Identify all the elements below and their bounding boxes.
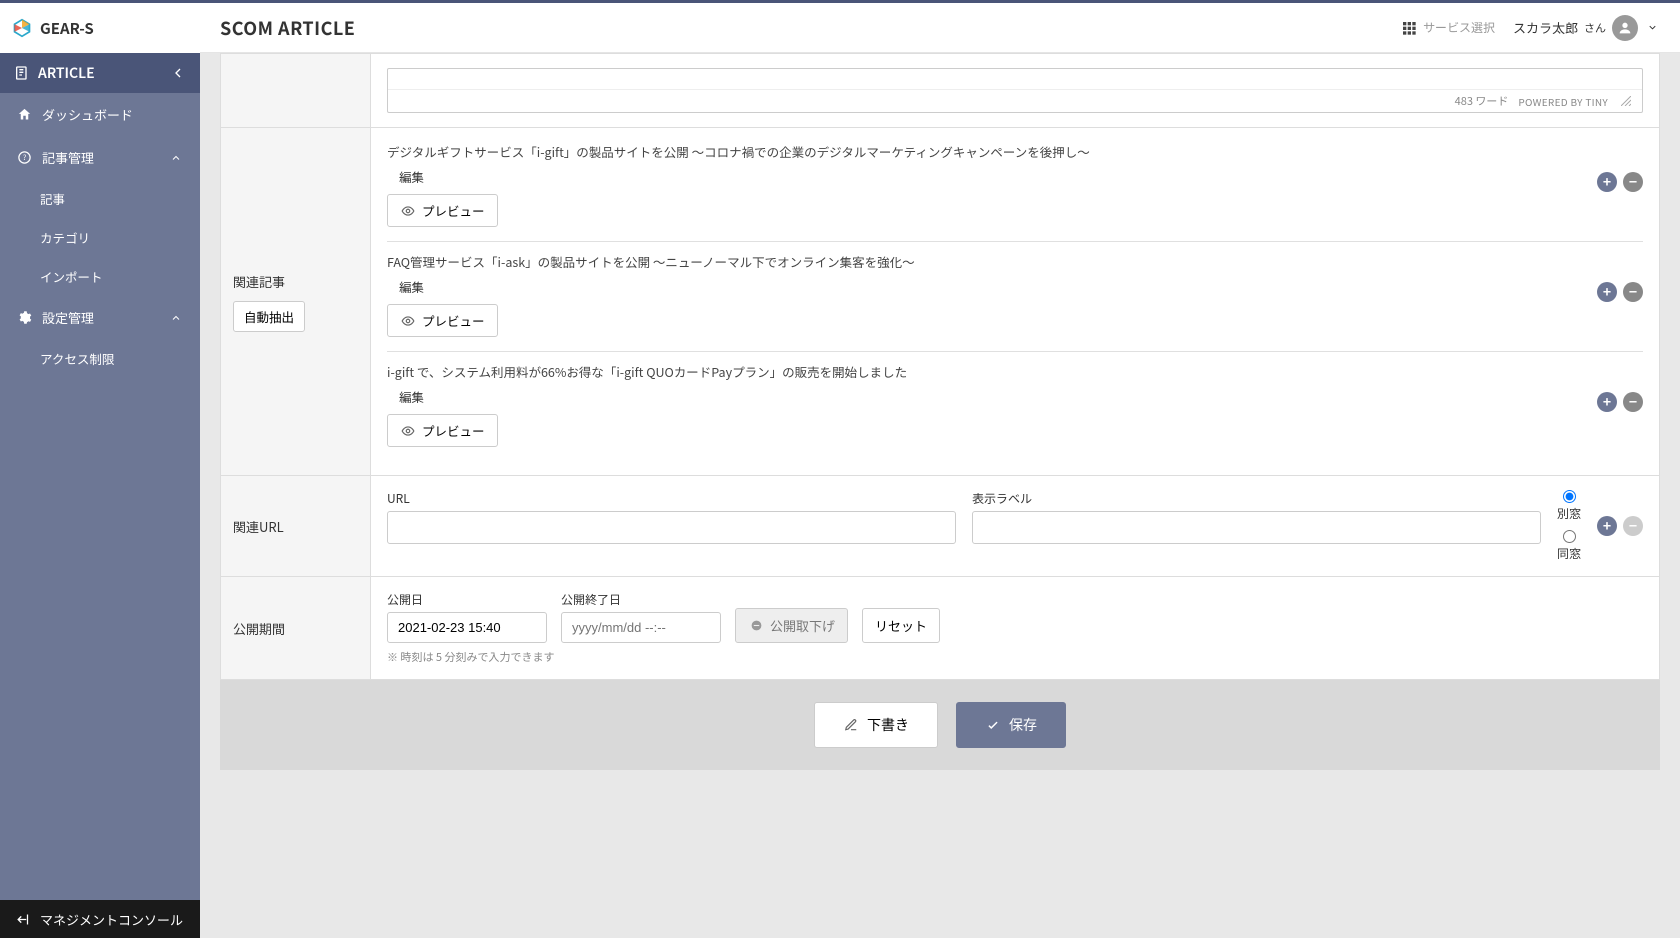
add-related-button[interactable]: + bbox=[1597, 392, 1617, 412]
preview-label: プレビュー bbox=[422, 201, 485, 220]
minus-circle-icon bbox=[748, 618, 764, 634]
article-icon bbox=[14, 65, 30, 81]
help-icon: ? bbox=[16, 150, 32, 166]
row-label-related-articles: 関連記事 自動抽出 bbox=[221, 128, 371, 476]
sidebar-section-title: ARTICLE bbox=[38, 63, 95, 83]
eye-icon bbox=[400, 423, 416, 439]
avatar-icon bbox=[1612, 15, 1638, 41]
url-input[interactable] bbox=[387, 511, 956, 544]
sidebar-section-header: ARTICLE bbox=[0, 53, 200, 93]
sidebar: GEAR-S ARTICLE ダッシュボード ? 記事管理 bbox=[0, 3, 200, 938]
service-select[interactable]: サービス選択 bbox=[1401, 19, 1495, 36]
collapse-sidebar-icon[interactable] bbox=[170, 65, 186, 81]
url-label: URL bbox=[387, 490, 956, 507]
brand-name: GEAR-S bbox=[40, 18, 94, 39]
chevron-up-icon bbox=[168, 150, 184, 166]
related-article-item: FAQ管理サービス「i-ask」の製品サイトを公開 ～ニューノーマル下でオンライ… bbox=[387, 242, 1643, 352]
save-button[interactable]: 保存 bbox=[956, 702, 1066, 748]
related-article-edit-label: 編集 bbox=[399, 167, 1585, 186]
sidebar-item-label: 記事管理 bbox=[42, 148, 94, 167]
resize-handle-icon[interactable] bbox=[1618, 93, 1634, 109]
check-icon bbox=[985, 717, 1001, 733]
related-articles-label: 関連記事 bbox=[233, 272, 358, 291]
publish-note: ※ 時刻は 5 分刻みで入力できます bbox=[387, 649, 1643, 665]
related-article-edit-label: 編集 bbox=[399, 387, 1585, 406]
rich-text-editor[interactable]: 483 ワード POWERED BY TINY bbox=[387, 68, 1643, 113]
sidebar-item-label: ダッシュボード bbox=[42, 105, 133, 124]
sidebar-item-dashboard[interactable]: ダッシュボード bbox=[0, 93, 200, 136]
remove-related-button[interactable]: − bbox=[1623, 172, 1643, 192]
add-related-button[interactable]: + bbox=[1597, 172, 1617, 192]
related-article-title: デジタルギフトサービス「i-gift」の製品サイトを公開 ～コロナ禍での企業のデ… bbox=[387, 142, 1585, 161]
reset-button[interactable]: リセット bbox=[862, 608, 940, 643]
content-scroll[interactable]: 483 ワード POWERED BY TINY 関連記事 自動抽出 bbox=[200, 53, 1680, 938]
sidebar-footer-link[interactable]: マネジメントコンソール bbox=[0, 900, 200, 938]
publish-end-label: 公開終了日 bbox=[561, 591, 721, 608]
sidebar-item-label: 設定管理 bbox=[42, 308, 94, 327]
save-label: 保存 bbox=[1009, 715, 1037, 735]
related-article-title: i-gift で、システム利用料が66%お得な「i-gift QUOカードPay… bbox=[387, 362, 1585, 381]
sidebar-sub-import[interactable]: インポート bbox=[0, 257, 200, 296]
publish-start-input[interactable] bbox=[387, 612, 547, 643]
target-new-radio[interactable]: 別窓 bbox=[1557, 490, 1581, 522]
row-label-publish: 公開期間 bbox=[221, 577, 371, 680]
gear-icon bbox=[16, 310, 32, 326]
svg-text:?: ? bbox=[22, 152, 26, 163]
publish-start-label: 公開日 bbox=[387, 591, 547, 608]
draft-button[interactable]: 下書き bbox=[814, 702, 938, 748]
related-article-item: デジタルギフトサービス「i-gift」の製品サイトを公開 ～コロナ禍での企業のデ… bbox=[387, 132, 1643, 242]
publish-end-input[interactable] bbox=[561, 612, 721, 643]
action-bar: 下書き 保存 bbox=[220, 680, 1660, 770]
sidebar-sub-access[interactable]: アクセス制限 bbox=[0, 339, 200, 378]
user-suffix: さん bbox=[1584, 20, 1606, 36]
target-same-radio[interactable]: 同窓 bbox=[1557, 530, 1581, 562]
display-label-input[interactable] bbox=[972, 511, 1541, 544]
auto-extract-button[interactable]: 自動抽出 bbox=[233, 301, 305, 332]
preview-button[interactable]: プレビュー bbox=[387, 414, 498, 447]
remove-related-button[interactable]: − bbox=[1623, 392, 1643, 412]
sidebar-item-settings[interactable]: 設定管理 bbox=[0, 296, 200, 339]
sidebar-sub-categories[interactable]: カテゴリ bbox=[0, 218, 200, 257]
eye-icon bbox=[400, 313, 416, 329]
remove-url-button: − bbox=[1623, 516, 1643, 536]
sidebar-footer-label: マネジメントコンソール bbox=[40, 910, 183, 929]
eye-icon bbox=[400, 203, 416, 219]
user-menu[interactable]: スカラ太郎 さん bbox=[1513, 15, 1660, 41]
service-select-label: サービス選択 bbox=[1423, 19, 1495, 36]
main: SCOM ARTICLE サービス選択 スカラ太郎 さん bbox=[200, 3, 1680, 938]
editor-word-count: 483 ワード bbox=[1455, 93, 1509, 109]
brand-header: GEAR-S bbox=[0, 3, 200, 53]
user-name: スカラ太郎 bbox=[1513, 18, 1578, 37]
row-label-editor bbox=[221, 54, 371, 128]
chevron-up-icon bbox=[168, 310, 184, 326]
display-label-label: 表示ラベル bbox=[972, 490, 1541, 507]
preview-button[interactable]: プレビュー bbox=[387, 304, 498, 337]
related-article-title: FAQ管理サービス「i-ask」の製品サイトを公開 ～ニューノーマル下でオンライ… bbox=[387, 252, 1585, 271]
row-label-related-url: 関連URL bbox=[221, 476, 371, 577]
preview-label: プレビュー bbox=[422, 421, 485, 440]
unpublish-button[interactable]: 公開取下げ bbox=[735, 608, 848, 643]
brand-logo-icon bbox=[12, 18, 32, 38]
edit-icon bbox=[843, 717, 859, 733]
unpublish-label: 公開取下げ bbox=[770, 616, 835, 635]
add-related-button[interactable]: + bbox=[1597, 282, 1617, 302]
sidebar-item-articles[interactable]: ? 記事管理 bbox=[0, 136, 200, 179]
grid-icon bbox=[1401, 20, 1417, 36]
exit-icon bbox=[14, 911, 30, 927]
sidebar-sub-articles[interactable]: 記事 bbox=[0, 179, 200, 218]
related-article-edit-label: 編集 bbox=[399, 277, 1585, 296]
chevron-down-icon bbox=[1644, 20, 1660, 36]
page-title: SCOM ARTICLE bbox=[220, 15, 355, 41]
add-url-button[interactable]: + bbox=[1597, 516, 1617, 536]
topbar: SCOM ARTICLE サービス選択 スカラ太郎 さん bbox=[200, 3, 1680, 53]
remove-related-button[interactable]: − bbox=[1623, 282, 1643, 302]
draft-label: 下書き bbox=[867, 715, 909, 735]
home-icon bbox=[16, 107, 32, 123]
sidebar-menu: ダッシュボード ? 記事管理 記事 カテゴリ インポート 設定管理 アクセ bbox=[0, 93, 200, 900]
form-table: 483 ワード POWERED BY TINY 関連記事 自動抽出 bbox=[220, 53, 1660, 680]
editor-powered-by: POWERED BY TINY bbox=[1518, 94, 1608, 109]
preview-button[interactable]: プレビュー bbox=[387, 194, 498, 227]
preview-label: プレビュー bbox=[422, 311, 485, 330]
related-article-item: i-gift で、システム利用料が66%お得な「i-gift QUOカードPay… bbox=[387, 352, 1643, 461]
